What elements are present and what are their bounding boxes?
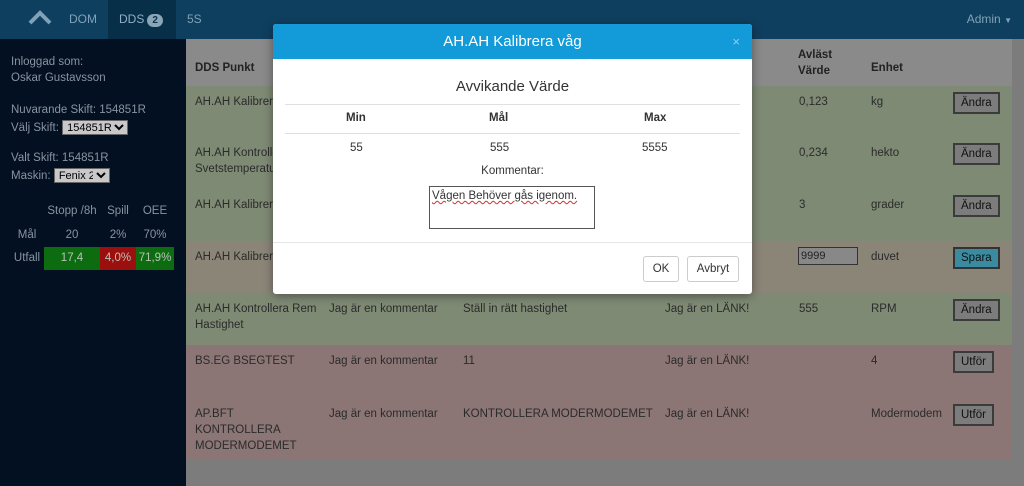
cell-enhet: duvet [871,251,900,263]
comment-textarea[interactable]: Vågen Behöver gås igenom. [429,186,595,229]
caret-down-icon: ▼ [1004,16,1012,25]
perform-button[interactable]: Utför [953,404,994,426]
table-row: AP.BFT KONTROLLERA MODERMODEMET Jag är en… [186,398,1012,459]
edit-button[interactable]: Ändra [953,299,1000,321]
cancel-button[interactable]: Avbryt [687,256,739,282]
edit-button[interactable]: Ändra [953,92,1000,114]
cell-avlast-varde: 0,123 [799,96,828,108]
deviation-dialog: AH.AH Kalibrera våg × Avvikande Värde Mi… [273,24,752,294]
comment-text: Vågen Behöver gås igenom. [432,190,578,202]
nav-dom[interactable]: DOM [69,0,97,39]
edit-button[interactable]: Ändra [953,143,1000,165]
cell-lank: Jag är en LÄNK! [665,408,750,420]
machine-row: Maskin: Fenix 2 [11,168,110,183]
table-row: BS.EG BSEGTEST Jag är en kommentar 11 Jag ä… [186,345,1012,398]
value-max: 5555 [642,142,668,154]
cell-enhet: hekto [871,147,900,159]
divider [285,104,740,105]
dialog-subtitle: Avvikande Värde [455,78,570,95]
selected-shift: Valt Skift: 154851R [11,152,109,164]
kpi-goal-stopp: 20 [65,229,79,241]
cell-dds-punkt: AP.BFT KONTROLLERA MODERMODEMET [195,408,297,452]
kpi-outcome-stopp: 17,4 [44,247,100,270]
header-avlast-varde: Avläst Värde [798,49,833,77]
comment-label: Kommentar: [481,165,544,177]
header-max: Max [644,112,667,124]
save-button[interactable]: Spara [953,247,1000,269]
cell-enhet: kg [871,96,884,108]
machine-label: Maskin: [11,170,51,182]
kpi-outcome-label: Utfall [13,252,41,264]
cell-lank: Jag är en LÄNK! [665,303,750,315]
kpi-header-stopp: Stopp /8h [47,205,97,217]
kpi-header-oee: OEE [142,205,168,217]
cell-enhet: Modermodem [871,408,942,420]
kpi-goal-spill: 2% [109,229,127,241]
machine-select[interactable]: Fenix 2 [53,168,110,183]
cell-atgard: KONTROLLERA MODERMODEMET [463,408,653,420]
cell-atgard: Ställ in rätt hastighet [463,303,568,315]
kpi-outcome-spill: 4,0% [100,247,136,270]
cell-kommentar: Jag är en kommentar [329,408,438,420]
table-row: AH.AH Kontrollera Rem Hastighet Jag är en… [186,293,1012,345]
admin-menu[interactable]: Admin ▼ [967,0,1012,39]
perform-button[interactable]: Utför [953,351,994,373]
dds-count-badge: 2 [147,14,163,27]
cell-avlast-varde: 3 [799,199,806,211]
header-mal: Mål [489,112,509,124]
kpi-header-spill: Spill [107,205,129,217]
kpi-goal-label: Mål [17,229,37,241]
logged-in-label: Inloggad som: [11,56,84,68]
nav-dds-label: DDS [119,12,145,26]
cell-lank: Jag är en LÄNK! [665,355,750,367]
cell-enhet: RPM [871,303,897,315]
cell-enhet: grader [871,199,905,211]
header-dds-punkt: DDS Punkt [195,62,255,74]
dialog-title: AH.AH Kalibrera våg [443,33,582,50]
current-shift: Nuvarande Skift: 154851R [11,104,146,116]
header-enhet: Enhet [871,62,903,74]
cell-avlast-varde: 0,234 [799,147,828,159]
edit-button[interactable]: Ändra [953,195,1000,217]
value-min: 55 [350,142,363,154]
dialog-header: AH.AH Kalibrera våg × [273,24,752,59]
cell-kommentar: Jag är en kommentar [329,355,438,367]
value-input[interactable]: 9999 [798,247,858,265]
cell-kommentar: Jag är en kommentar [329,303,438,315]
dialog-footer-divider [273,242,752,243]
header-min: Min [346,112,366,124]
nav-5s[interactable]: 5S [187,0,202,39]
nav-dds[interactable]: DDS 2 [108,0,176,39]
cell-enhet: 4 [871,355,878,367]
divider [285,133,740,134]
choose-shift-row: Välj Skift: 154851R [11,120,129,135]
home-chevron-icon[interactable] [28,8,52,28]
admin-label: Admin [966,12,1001,26]
user-name: Oskar Gustavsson [11,72,106,84]
cell-dds-punkt: AH.AH Kontrollera Rem Hastighet [195,303,317,331]
cell-avlast-varde: 555 [799,303,819,315]
choose-shift-label: Välj Skift: [11,122,59,134]
shift-select[interactable]: 154851R [62,120,129,135]
kpi-goal-oee: 70% [143,229,167,241]
value-mal: 555 [490,142,510,154]
close-icon[interactable]: × [732,24,740,59]
cell-atgard: 11 [463,355,475,367]
ok-button[interactable]: OK [643,256,679,282]
sidebar: Inloggad som: Oskar Gustavsson Nuvarande… [0,39,186,486]
kpi-outcome-oee: 71,9% [136,247,174,270]
cell-dds-punkt: BS.EG BSEGTEST [195,355,295,367]
